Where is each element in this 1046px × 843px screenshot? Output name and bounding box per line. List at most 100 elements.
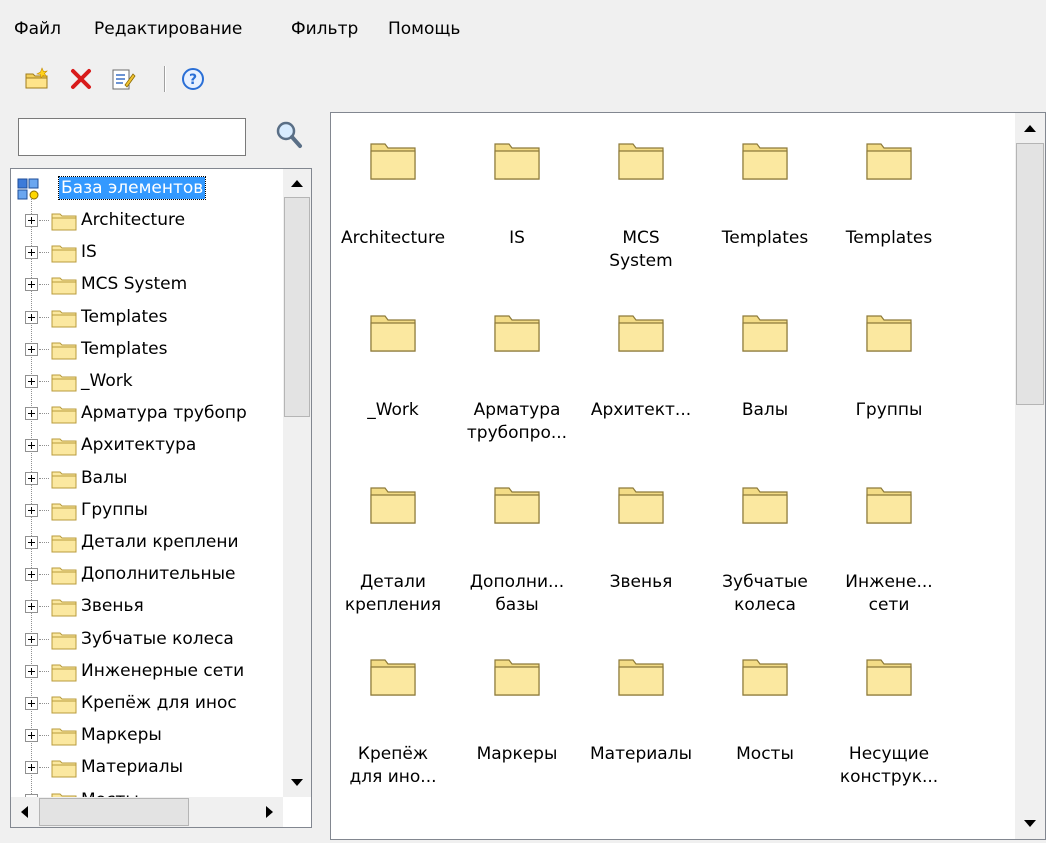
expand-icon[interactable] — [25, 697, 38, 710]
expand-icon[interactable] — [25, 214, 38, 227]
expand-icon[interactable] — [25, 407, 38, 421]
scroll-up-button[interactable] — [283, 169, 311, 197]
expand-icon[interactable] — [25, 503, 38, 517]
tree-connector — [39, 413, 49, 415]
folder-item[interactable]: Маркеры — [455, 629, 579, 779]
help-button[interactable]: ? — [180, 66, 206, 92]
tree-item[interactable]: Группы — [11, 495, 281, 527]
menu-edit[interactable]: Редактирование — [94, 18, 242, 40]
tree-item[interactable]: Дополнительные — [11, 559, 281, 591]
expand-icon[interactable] — [25, 600, 38, 614]
folder-item[interactable]: MCS System — [579, 113, 703, 271]
folder-item[interactable]: IS — [455, 113, 579, 263]
delete-button[interactable] — [68, 66, 94, 92]
search-input[interactable] — [18, 118, 246, 156]
tree-item[interactable]: Инженерные сети — [11, 656, 281, 688]
tree-item[interactable]: Templates — [11, 334, 281, 366]
scroll-left-button[interactable] — [11, 797, 39, 827]
expand-icon[interactable] — [25, 664, 38, 678]
tree-view[interactable]: База элементов Architecture IS MCS System T… — [10, 168, 312, 828]
folder-item[interactable]: Мосты — [703, 629, 827, 779]
folder-icon — [369, 311, 417, 353]
folder-item-label: Звенья — [609, 572, 673, 592]
tree-item[interactable]: _Work — [11, 366, 281, 398]
folder-item[interactable]: Несущие конструк... — [827, 629, 951, 787]
tree-item[interactable]: Материалы — [11, 752, 281, 784]
search-button[interactable] — [272, 116, 306, 154]
menu-help[interactable]: Помощь — [388, 18, 460, 40]
content-scroll-down-button[interactable] — [1015, 809, 1045, 839]
tree-item[interactable]: IS — [11, 237, 281, 269]
folder-item-label: Architecture — [340, 228, 446, 248]
menu-file[interactable]: Файл — [14, 18, 61, 40]
folder-item[interactable]: Арматура трубопро... — [455, 285, 579, 443]
expand-icon[interactable] — [25, 729, 38, 743]
new-folder-button[interactable] — [24, 66, 50, 92]
folder-icon — [51, 211, 77, 231]
arrow-right-icon — [266, 806, 273, 818]
expand-icon[interactable] — [25, 439, 38, 453]
toolbar-separator — [164, 66, 166, 92]
tree-item[interactable]: Валы — [11, 463, 281, 495]
folder-icon — [51, 597, 77, 617]
tree-vertical-scrollbar[interactable] — [283, 169, 311, 797]
folder-item[interactable]: Зубчатые колеса — [703, 457, 827, 615]
tree-item-label: Валы — [81, 467, 128, 488]
folder-item[interactable]: Звенья — [579, 457, 703, 607]
folder-item[interactable]: Templates — [703, 113, 827, 263]
folder-item[interactable]: Инжене... сети — [827, 457, 951, 615]
tree-connector — [39, 348, 49, 350]
expand-icon[interactable] — [25, 632, 38, 646]
tree-connector — [39, 606, 49, 608]
properties-button[interactable] — [110, 66, 136, 92]
folder-item[interactable]: Дополни... базы — [455, 457, 579, 615]
tree-connector — [39, 316, 49, 318]
tree-item-label: Зубчатые колеса — [81, 628, 234, 649]
folder-item-label: Арматура трубопро... — [466, 400, 568, 443]
tree-item[interactable]: Архитектура — [11, 430, 281, 462]
expand-icon[interactable] — [25, 246, 38, 260]
tree-item[interactable]: Architecture — [11, 205, 281, 237]
folder-item[interactable]: Детали крепления — [331, 457, 455, 615]
expand-icon[interactable] — [25, 568, 38, 582]
folder-item[interactable]: Templates — [827, 113, 951, 263]
tree-item[interactable]: Звенья — [11, 591, 281, 623]
folder-item[interactable]: Крепёж для ино... — [331, 629, 455, 787]
tree-scroll-thumb[interactable] — [284, 197, 310, 417]
tree-horizontal-scrollbar[interactable] — [11, 797, 283, 827]
expand-icon[interactable] — [25, 342, 38, 356]
content-vertical-scrollbar[interactable] — [1015, 113, 1045, 839]
content-scroll-thumb[interactable] — [1016, 143, 1044, 405]
folder-item[interactable]: Architecture — [331, 113, 455, 263]
folder-item[interactable]: Материалы — [579, 629, 703, 779]
tree-item[interactable]: Маркеры — [11, 720, 281, 752]
tree-item[interactable]: Templates — [11, 302, 281, 334]
tree-hscroll-thumb[interactable] — [39, 798, 189, 826]
content-scroll-up-button[interactable] — [1015, 113, 1045, 143]
expand-icon[interactable] — [25, 310, 38, 324]
folder-item[interactable]: _Work — [331, 285, 455, 435]
folder-item[interactable]: Архитект... — [579, 285, 703, 435]
expand-icon[interactable] — [25, 536, 38, 549]
tree-item[interactable]: Крепёж для инос — [11, 688, 281, 720]
folder-icon — [51, 404, 77, 424]
folder-item-label: IS — [509, 228, 525, 248]
tree-root[interactable]: База элементов — [11, 173, 281, 205]
tree-item[interactable]: MCS System — [11, 269, 281, 301]
folder-item[interactable]: Группы — [827, 285, 951, 435]
tree-connector — [39, 381, 49, 382]
tree-item[interactable]: Арматура трубопр — [11, 398, 281, 430]
folder-icon — [865, 139, 913, 181]
content-view[interactable]: Architecture IS MCS System Templates Templat… — [330, 112, 1046, 840]
expand-icon[interactable] — [25, 471, 38, 485]
tree-item[interactable]: Детали креплени — [11, 527, 281, 559]
new-folder-icon — [25, 67, 48, 89]
expand-icon[interactable] — [25, 278, 38, 292]
scroll-right-button[interactable] — [255, 797, 283, 827]
tree-item[interactable]: Зубчатые колеса — [11, 624, 281, 656]
menu-filter[interactable]: Фильтр — [291, 18, 358, 40]
expand-icon[interactable] — [25, 375, 38, 388]
scroll-down-button[interactable] — [283, 769, 311, 797]
folder-item[interactable]: Валы — [703, 285, 827, 435]
expand-icon[interactable] — [25, 761, 38, 775]
